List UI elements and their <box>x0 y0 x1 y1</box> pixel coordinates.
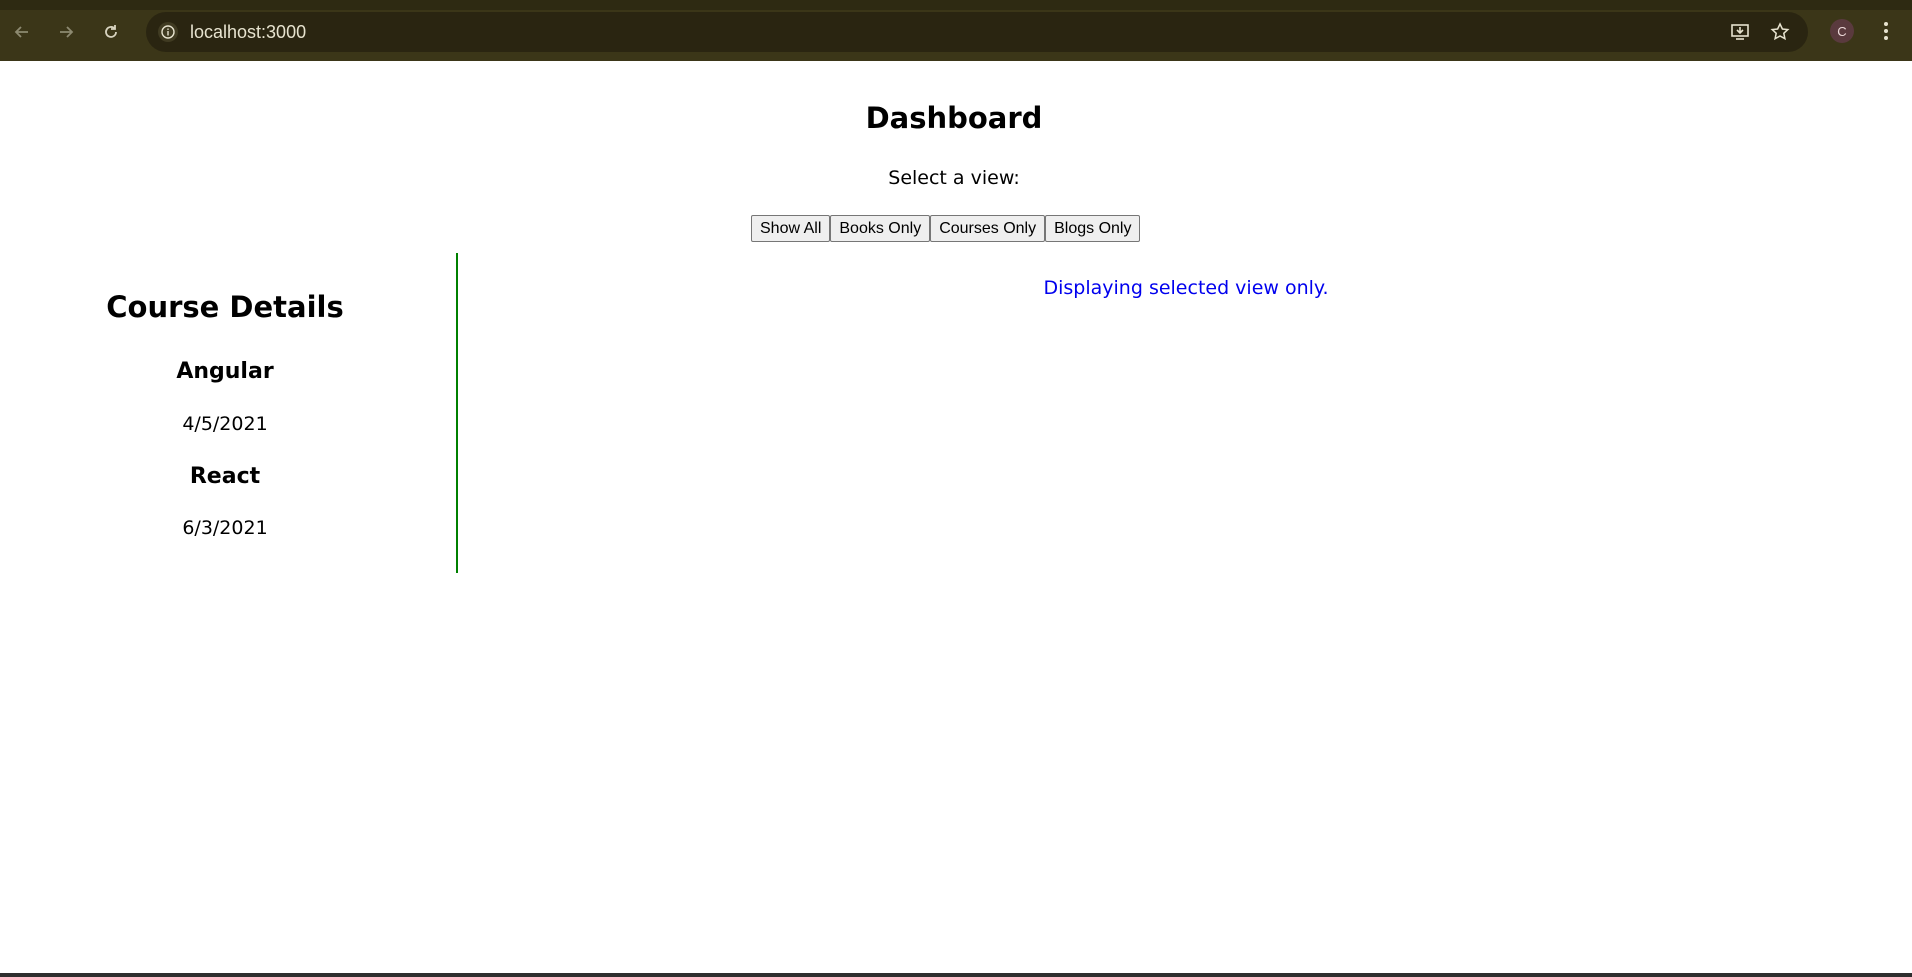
course-name: React <box>189 464 261 489</box>
bookmark-star-icon[interactable] <box>1768 20 1792 44</box>
menu-kebab-icon[interactable] <box>1874 19 1898 43</box>
select-view-label: Select a view: <box>888 167 1020 189</box>
tab-strip <box>0 0 1912 10</box>
course-date: 6/3/2021 <box>182 517 268 539</box>
install-app-icon[interactable] <box>1728 20 1752 44</box>
url-text[interactable]: localhost:3000 <box>190 22 306 43</box>
show-all-button[interactable]: Show All <box>751 215 831 242</box>
reload-icon[interactable] <box>98 19 124 45</box>
courses-only-button[interactable]: Courses Only <box>930 215 1046 242</box>
course-details-panel: Course Details Angular 4/5/2021 React 6/… <box>0 253 458 573</box>
view-button-group: Show All Books Only Courses Only Blogs O… <box>751 215 1141 242</box>
course-details-heading: Course Details <box>106 290 344 324</box>
address-bar[interactable]: localhost:3000 <box>146 12 1808 52</box>
page-title: Dashboard <box>865 101 1043 135</box>
status-message: Displaying selected view only. <box>1043 277 1329 299</box>
course-date: 4/5/2021 <box>182 413 268 435</box>
profile-avatar[interactable]: C <box>1830 19 1854 43</box>
books-only-button[interactable]: Books Only <box>830 215 931 242</box>
course-name: Angular <box>176 359 274 384</box>
window-bottom-edge <box>0 973 1912 977</box>
back-icon[interactable] <box>9 19 35 45</box>
browser-toolbar: localhost:3000 C <box>0 0 1912 61</box>
blogs-only-button[interactable]: Blogs Only <box>1045 215 1141 242</box>
site-info-icon[interactable] <box>158 22 178 42</box>
forward-icon[interactable] <box>53 19 79 45</box>
